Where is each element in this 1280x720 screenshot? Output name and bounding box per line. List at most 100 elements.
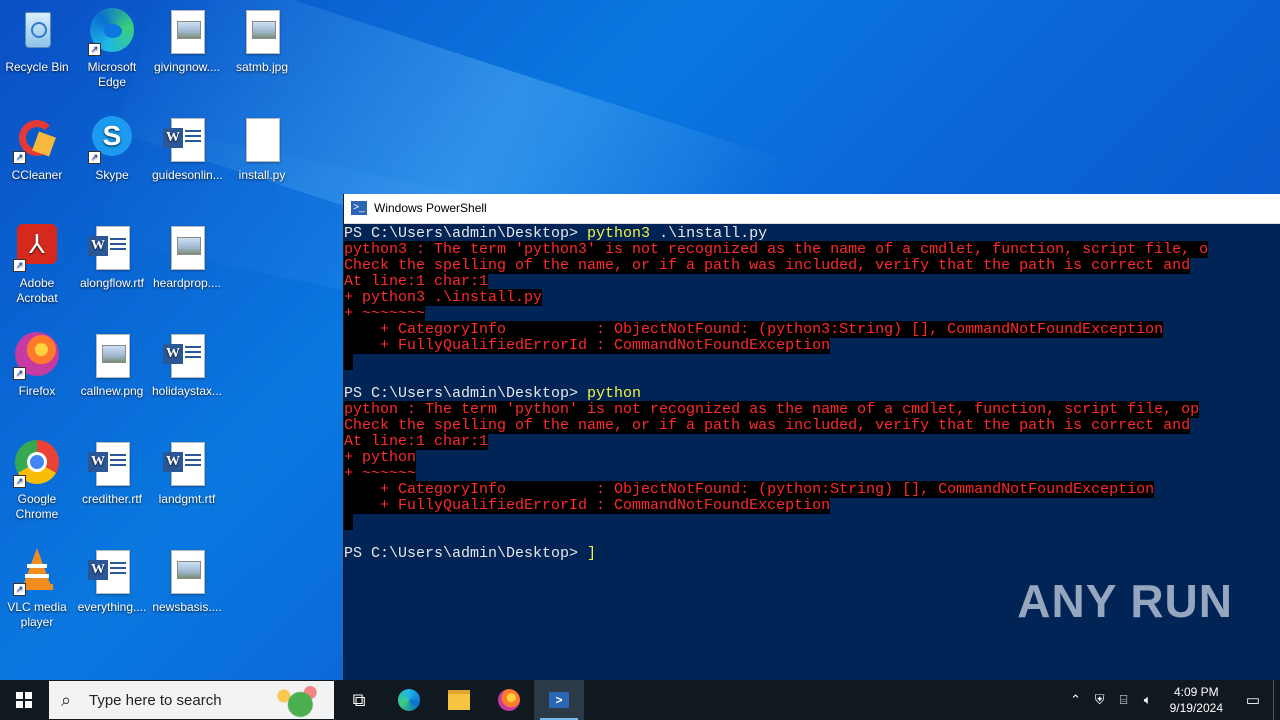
- image-file-icon: [163, 8, 211, 56]
- system-tray: ⌃ ⛨ ⌸ 🔈︎ 4:09 PM 9/19/2024 ▭: [1064, 680, 1280, 720]
- image-file-icon: [163, 548, 211, 596]
- desktop-icon-holidaystax[interactable]: W holidaystax...: [152, 332, 222, 399]
- edge-icon: ↗: [88, 8, 136, 56]
- console-command-args: .\install.py: [650, 225, 768, 242]
- console-error-line: + FullyQualifiedErrorId : CommandNotFoun…: [344, 497, 1280, 514]
- console-error-text: + python: [344, 449, 417, 466]
- console-command-line: PS C:\Users\admin\Desktop> ]: [344, 546, 1280, 562]
- security-icon[interactable]: ⛨: [1088, 692, 1112, 708]
- console-error-line: At line:1 char:1: [344, 433, 1280, 450]
- console-error-text: + CategoryInfo : ObjectNotFound: (python…: [344, 481, 1155, 498]
- firefox-icon: [498, 689, 520, 711]
- volume-icon[interactable]: 🔈︎: [1136, 692, 1160, 708]
- network-icon[interactable]: ⌸: [1112, 692, 1136, 708]
- desktop-icon-skype[interactable]: S ↗ Skype: [77, 116, 147, 183]
- console-command: python: [587, 385, 642, 402]
- desktop-icon-google-chrome[interactable]: ↗ Google Chrome: [2, 440, 72, 522]
- task-view-icon: ⧉: [352, 689, 366, 710]
- taskbar-clock[interactable]: 4:09 PM 9/19/2024: [1160, 684, 1233, 716]
- search-icon: ⌕: [61, 689, 72, 710]
- console-error-text: Check the spelling of the name, or if a …: [344, 417, 1191, 434]
- desktop: Recycle Bin ↗ CCleaner ⅄ ↗ Adobe Acrobat…: [0, 0, 1280, 680]
- desktop-icon-microsoft-edge[interactable]: ↗ Microsoft Edge: [77, 8, 147, 90]
- console-error-text: python3 : The term 'python3' is not reco…: [344, 241, 1209, 258]
- powershell-icon: >: [549, 692, 569, 708]
- console-error-line: Check the spelling of the name, or if a …: [344, 417, 1280, 434]
- desktop-icon-givingnow[interactable]: givingnow....: [152, 8, 222, 75]
- desktop-icon-callnew[interactable]: callnew.png: [77, 332, 147, 399]
- console-prompt: PS C:\Users\admin\Desktop>: [344, 225, 588, 242]
- console-output[interactable]: PS C:\Users\admin\Desktop> python3 .\ins…: [344, 224, 1280, 562]
- console-error-line: python : The term 'python' is not recogn…: [344, 401, 1280, 418]
- console-error-text: [344, 513, 354, 530]
- desktop-icon-landgmt[interactable]: W landgmt.rtf: [152, 440, 222, 507]
- watermark-logo: ANY RUN: [1017, 575, 1233, 627]
- console-error-line: + CategoryInfo : ObjectNotFound: (python…: [344, 481, 1280, 498]
- desktop-icon-guidesonlin[interactable]: W guidesonlin...: [152, 116, 223, 183]
- desktop-icon-credither[interactable]: W credither.rtf: [77, 440, 147, 507]
- blank-file-icon: [238, 116, 286, 164]
- taskbar-search-box[interactable]: ⌕ Type here to search: [49, 681, 334, 719]
- desktop-icon-firefox[interactable]: ↗ Firefox: [2, 332, 72, 399]
- console-error-text: + python3 .\install.py: [344, 289, 543, 306]
- console-error-line: python3 : The term 'python3' is not reco…: [344, 241, 1280, 258]
- start-button[interactable]: [0, 680, 48, 720]
- desktop-icon-vlc[interactable]: ↗ VLC media player: [2, 548, 72, 630]
- console-error-text: + CategoryInfo : ObjectNotFound: (python…: [344, 321, 1164, 338]
- recycle-bin-icon: [13, 8, 61, 56]
- word-doc-icon: W: [163, 116, 211, 164]
- desktop-icon-alongflow[interactable]: W alongflow.rtf: [77, 224, 147, 291]
- word-doc-icon: W: [163, 440, 211, 488]
- console-command-line: PS C:\Users\admin\Desktop> python: [344, 386, 1280, 402]
- console-error-text: At line:1 char:1: [344, 273, 489, 290]
- console-error-text: [344, 353, 354, 370]
- console-error-text: python : The term 'python' is not recogn…: [344, 401, 1200, 418]
- desktop-icon-recycle-bin[interactable]: Recycle Bin: [2, 8, 72, 75]
- task-view-button[interactable]: ⧉: [334, 680, 384, 720]
- console-error-line: + python3 .\install.py: [344, 289, 1280, 306]
- console-error-text: + FullyQualifiedErrorId : CommandNotFoun…: [344, 497, 831, 514]
- console-error-line: + FullyQualifiedErrorId : CommandNotFoun…: [344, 337, 1280, 354]
- desktop-icon-ccleaner[interactable]: ↗ CCleaner: [2, 116, 72, 183]
- desktop-icon-heardprop[interactable]: heardprop....: [152, 224, 222, 291]
- chrome-icon: ↗: [13, 440, 61, 488]
- console-error-text: Check the spelling of the name, or if a …: [344, 257, 1191, 274]
- console-error-text: + ~~~~~~~: [344, 305, 426, 322]
- desktop-icon-install-py[interactable]: install.py: [227, 116, 297, 183]
- taskbar-edge-button[interactable]: [384, 680, 434, 720]
- skype-icon: S ↗: [88, 116, 136, 164]
- taskbar-powershell-button[interactable]: >: [534, 680, 584, 720]
- desktop-icon-everything[interactable]: W everything....: [77, 548, 147, 615]
- taskbar: ⌕ Type here to search ⧉ > ⌃ ⛨ ⌸ 🔈︎ 4:09 …: [0, 680, 1280, 720]
- desktop-icon-satmb[interactable]: satmb.jpg: [227, 8, 297, 75]
- word-doc-icon: W: [163, 332, 211, 380]
- image-file-icon: [238, 8, 286, 56]
- console-prompt: PS C:\Users\admin\Desktop>: [344, 385, 588, 402]
- search-highlight-icon: [264, 684, 330, 718]
- console-error-line: + python: [344, 449, 1280, 466]
- word-doc-icon: W: [88, 548, 136, 596]
- console-command: ]: [587, 545, 597, 562]
- acrobat-icon: ⅄ ↗: [13, 224, 61, 272]
- notification-icon[interactable]: ▭: [1233, 691, 1273, 709]
- console-error-line: [344, 353, 1280, 370]
- chevron-up-icon[interactable]: ⌃: [1064, 692, 1088, 708]
- console-command: python3: [587, 225, 651, 242]
- clock-time: 4:09 PM: [1173, 685, 1219, 699]
- taskbar-firefox-button[interactable]: [484, 680, 534, 720]
- window-titlebar[interactable]: >_ Windows PowerShell: [344, 194, 1280, 224]
- console-error-text: + FullyQualifiedErrorId : CommandNotFoun…: [344, 337, 831, 354]
- show-desktop-button[interactable]: [1273, 680, 1280, 720]
- desktop-icon-adobe-acrobat[interactable]: ⅄ ↗ Adobe Acrobat: [2, 224, 72, 306]
- desktop-icon-newsbasis[interactable]: newsbasis....: [152, 548, 222, 615]
- powershell-icon: >_: [351, 201, 367, 215]
- taskbar-file-explorer-button[interactable]: [434, 680, 484, 720]
- ccleaner-icon: ↗: [13, 116, 61, 164]
- console-error-line: + CategoryInfo : ObjectNotFound: (python…: [344, 321, 1280, 338]
- search-placeholder: Type here to search: [89, 691, 222, 709]
- console-prompt: PS C:\Users\admin\Desktop>: [344, 545, 588, 562]
- powershell-window[interactable]: >_ Windows PowerShell PS C:\Users\admin\…: [343, 194, 1280, 680]
- console-error-line: + ~~~~~~: [344, 465, 1280, 482]
